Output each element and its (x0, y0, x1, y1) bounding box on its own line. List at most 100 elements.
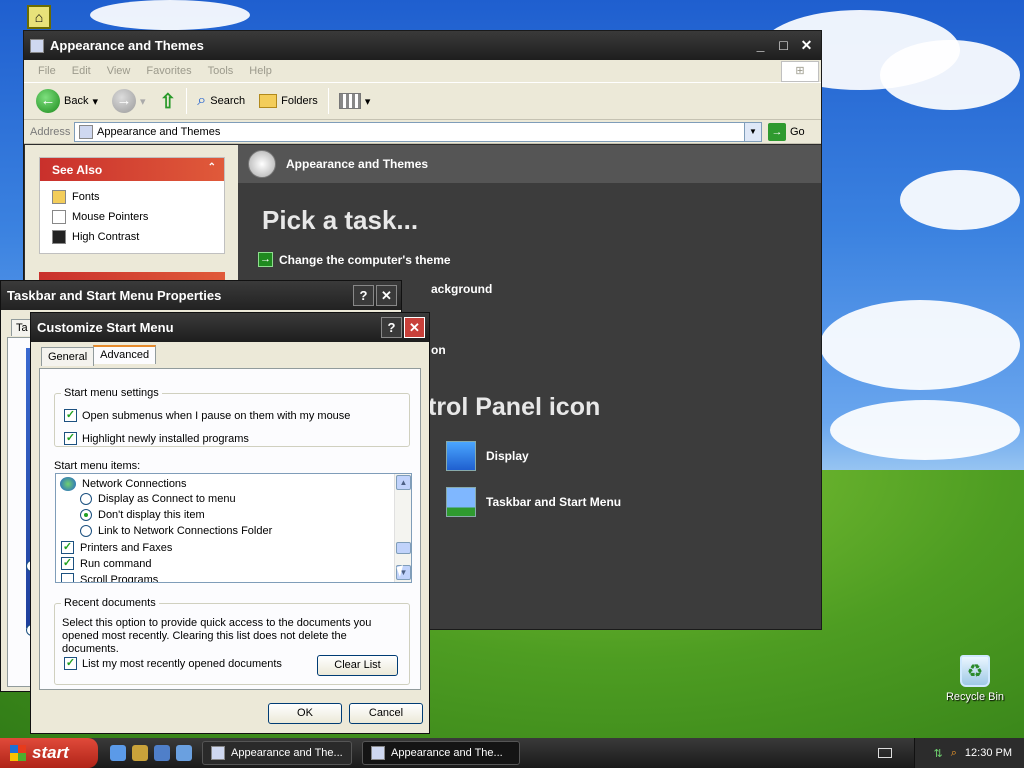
checkbox-checked[interactable]: ✓ (64, 409, 77, 422)
cloud (900, 170, 1020, 230)
search-tray-icon[interactable]: ⌕ (951, 747, 957, 760)
quick-launch (110, 745, 192, 761)
customize-titlebar[interactable]: Customize Start Menu ? ✕ (31, 313, 429, 342)
list-item-label: Printers and Faxes (80, 541, 173, 554)
checkbox-unchecked[interactable] (61, 573, 74, 582)
maximize-button[interactable]: □ (773, 35, 794, 56)
window-titlebar[interactable]: Appearance and Themes _ □ ✕ (24, 31, 821, 60)
close-button[interactable]: ✕ (404, 317, 425, 338)
start-button[interactable]: start (0, 738, 98, 768)
up-button[interactable]: ⇧ (156, 87, 181, 116)
taskbar-properties-titlebar[interactable]: Taskbar and Start Menu Properties ? ✕ (1, 281, 401, 310)
see-also-fonts[interactable]: Fonts (40, 187, 224, 207)
taskbar-task-active[interactable]: Appearance and The... (362, 741, 520, 765)
category-header: Appearance and Themes (238, 145, 821, 183)
task-label: on (431, 343, 446, 357)
see-also-mouse-pointers[interactable]: Mouse Pointers (40, 207, 224, 227)
control-panel-icon (79, 124, 93, 139)
system-tray: ⇅ ⌕ 12:30 PM (914, 738, 1024, 768)
task-screen-resolution[interactable]: on (431, 343, 446, 357)
clock[interactable]: 12:30 PM (965, 747, 1012, 759)
checkbox-label: List my most recently opened documents (82, 657, 282, 670)
tab-advanced[interactable]: Advanced (93, 345, 157, 364)
desktop-shortcut-icon[interactable]: ⌂ (27, 5, 51, 29)
address-dropdown-icon[interactable]: ▼ (744, 122, 761, 141)
recycle-bin-label: Recycle Bin (945, 691, 1005, 703)
list-recent-docs-checkbox[interactable]: ✓ List my most recently opened documents (64, 657, 282, 670)
task-change-background[interactable]: ackground (431, 282, 492, 296)
display-icon-link[interactable]: Display (446, 441, 529, 471)
radio-label: Don't display this item (98, 509, 205, 521)
views-button[interactable]: ▾ (335, 91, 375, 111)
internet-explorer-icon[interactable] (110, 745, 126, 761)
taskbar-task[interactable]: Appearance and The... (202, 741, 352, 765)
radio-dont-display[interactable]: Don't display this item (80, 509, 205, 521)
chevron-down-icon[interactable]: ▾ (92, 95, 98, 108)
back-button[interactable]: ← Back ▾ (32, 87, 102, 115)
run-command-checkbox[interactable]: ✓ Run command (61, 557, 152, 570)
open-submenus-checkbox[interactable]: ✓ Open submenus when I pause on them wit… (64, 409, 350, 422)
printers-faxes-checkbox[interactable]: ✓ Printers and Faxes (61, 541, 172, 554)
ok-button[interactable]: OK (268, 703, 342, 724)
tab-strip: General Advanced (41, 345, 157, 366)
collapse-chevron-icon[interactable]: ⌃ (208, 162, 216, 173)
folders-button[interactable]: Folders (255, 92, 322, 110)
checkbox-checked[interactable]: ✓ (61, 557, 74, 570)
address-input[interactable]: Appearance and Themes ▼ (74, 121, 762, 142)
display-icon (446, 441, 476, 471)
folder-icon (30, 38, 44, 53)
taskbar-task-label: Appearance and The... (391, 747, 503, 759)
taskbar-start-menu-icon-link[interactable]: Taskbar and Start Menu (446, 487, 621, 517)
quick-launch-icon[interactable] (176, 745, 192, 761)
folders-label: Folders (281, 95, 318, 107)
checkbox-checked[interactable]: ✓ (64, 657, 77, 670)
network-tray-icon[interactable]: ⇅ (934, 747, 943, 760)
tab-general[interactable]: General (41, 347, 95, 366)
toolbar: ← Back ▾ → ▾ ⇧ ⌕ Search Folders ▾ (24, 82, 821, 120)
start-menu-items-label: Start menu items: (54, 460, 141, 472)
quick-launch-icon[interactable] (132, 745, 148, 761)
close-button[interactable]: ✕ (796, 35, 817, 56)
scroll-thumb[interactable] (396, 542, 411, 554)
scroll-programs-checkbox[interactable]: Scroll Programs (61, 573, 158, 582)
menu-view[interactable]: View (99, 65, 139, 77)
radio-button[interactable] (80, 525, 92, 537)
close-button[interactable]: ✕ (376, 285, 397, 306)
task-change-theme[interactable]: → Change the computer's theme (258, 252, 451, 267)
address-value: Appearance and Themes (97, 125, 221, 138)
keyboard-icon[interactable] (878, 748, 892, 758)
scroll-up-icon[interactable]: ▲ (396, 475, 411, 490)
clear-list-button[interactable]: Clear List (317, 655, 398, 676)
fonts-folder-icon (52, 190, 66, 204)
help-button[interactable]: ? (381, 317, 402, 338)
minimize-button[interactable]: _ (750, 35, 771, 56)
taskbar-task-label: Appearance and The... (231, 747, 343, 759)
radio-link-folder[interactable]: Link to Network Connections Folder (80, 525, 272, 537)
go-button[interactable]: → Go (768, 122, 805, 141)
start-menu-items-list[interactable]: Network Connections Display as Connect t… (55, 473, 412, 583)
checkbox-checked[interactable]: ✓ (64, 432, 77, 445)
help-button[interactable]: ? (353, 285, 374, 306)
menu-tools[interactable]: Tools (200, 65, 242, 77)
menu-help[interactable]: Help (241, 65, 280, 77)
radio-label: Display as Connect to menu (98, 493, 236, 505)
checkbox-checked[interactable]: ✓ (61, 541, 74, 554)
recent-description-1: Select this option to provide quick acce… (62, 617, 372, 629)
back-arrow-icon: ← (36, 89, 60, 113)
menu-edit[interactable]: Edit (64, 65, 99, 77)
search-button[interactable]: ⌕ Search (193, 90, 249, 112)
radio-button[interactable] (80, 493, 92, 505)
see-also-header[interactable]: See Also ⌃ (40, 158, 224, 181)
chevron-down-icon: ▾ (364, 95, 371, 108)
see-also-high-contrast[interactable]: High Contrast (40, 227, 224, 247)
highlight-programs-checkbox[interactable]: ✓ Highlight newly installed programs (64, 432, 249, 445)
menu-file[interactable]: File (30, 65, 64, 77)
radio-button-selected[interactable] (80, 509, 92, 521)
menu-favorites[interactable]: Favorites (138, 65, 199, 77)
cancel-button[interactable]: Cancel (349, 703, 423, 724)
forward-button[interactable]: → ▾ (108, 87, 150, 115)
media-player-icon[interactable] (154, 745, 170, 761)
taskbar-properties-title: Taskbar and Start Menu Properties (7, 288, 222, 303)
recycle-bin[interactable]: ♻ Recycle Bin (940, 655, 1010, 703)
radio-display-as-menu[interactable]: Display as Connect to menu (80, 493, 236, 505)
